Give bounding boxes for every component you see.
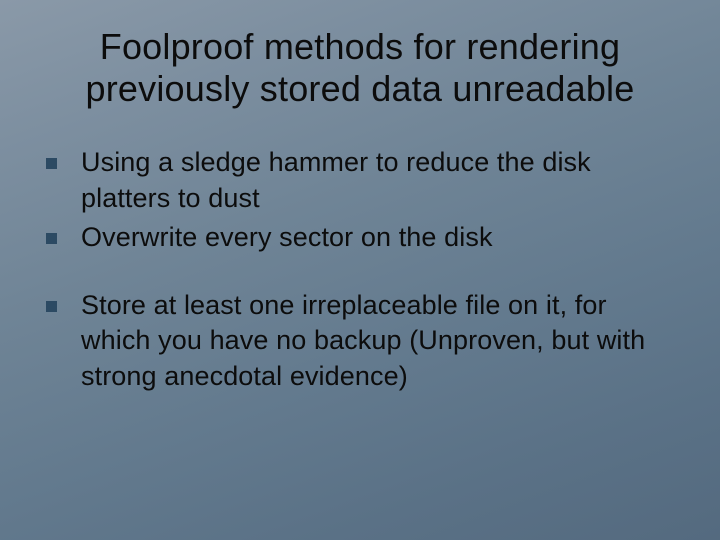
- slide-title: Foolproof methods for rendering previous…: [40, 26, 680, 111]
- list-item: Overwrite every sector on the disk: [46, 220, 674, 256]
- bullet-text: Store at least one irreplaceable file on…: [81, 288, 674, 395]
- square-bullet-icon: [46, 301, 57, 312]
- list-item: Store at least one irreplaceable file on…: [46, 288, 674, 395]
- bullet-text: Using a sledge hammer to reduce the disk…: [81, 145, 674, 216]
- bullet-text: Overwrite every sector on the disk: [81, 220, 493, 256]
- bullet-list: Using a sledge hammer to reduce the disk…: [40, 145, 680, 395]
- square-bullet-icon: [46, 158, 57, 169]
- list-item: Using a sledge hammer to reduce the disk…: [46, 145, 674, 216]
- square-bullet-icon: [46, 233, 57, 244]
- slide: Foolproof methods for rendering previous…: [0, 0, 720, 540]
